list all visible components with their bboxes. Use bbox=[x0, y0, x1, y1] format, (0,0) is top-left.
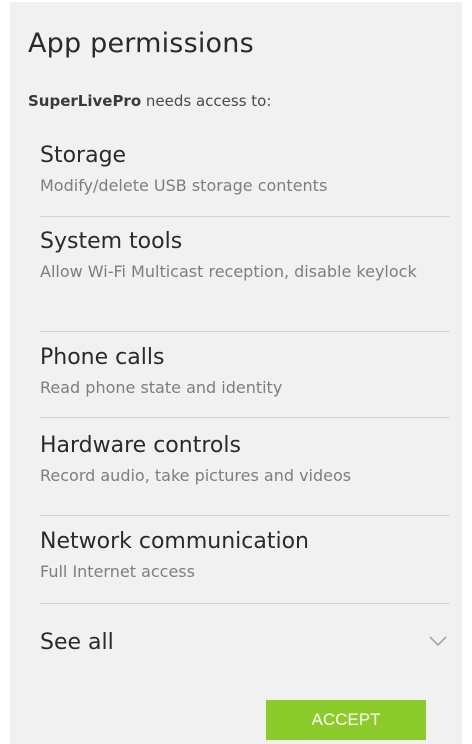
divider bbox=[40, 331, 450, 332]
accept-button[interactable]: ACCEPT bbox=[266, 700, 426, 740]
permission-description: Full Internet access bbox=[40, 562, 195, 581]
permission-item-network-communication[interactable]: Network communication Full Internet acce… bbox=[40, 528, 450, 584]
permission-description: Allow Wi-Fi Multicast reception, disable… bbox=[40, 262, 417, 281]
permission-item-hardware-controls[interactable]: Hardware controls Record audio, take pic… bbox=[40, 432, 450, 488]
see-all-row[interactable]: See all bbox=[40, 624, 450, 664]
divider bbox=[40, 216, 450, 217]
divider bbox=[40, 515, 450, 516]
chevron-down-icon bbox=[429, 636, 447, 647]
permission-title: Network communication bbox=[40, 529, 309, 554]
permission-title: Phone calls bbox=[40, 345, 165, 370]
intro-text: SuperLivePro needs access to: bbox=[28, 92, 271, 110]
permission-title: Storage bbox=[40, 143, 127, 168]
divider bbox=[40, 417, 450, 418]
see-all-label: See all bbox=[40, 630, 114, 655]
permission-item-storage[interactable]: Storage Modify/delete USB storage conten… bbox=[40, 142, 450, 198]
permission-item-system-tools[interactable]: System tools Allow Wi-Fi Multicast recep… bbox=[40, 228, 450, 284]
permission-title: System tools bbox=[40, 229, 183, 254]
permission-title: Hardware controls bbox=[40, 433, 241, 458]
permission-description: Record audio, take pictures and videos bbox=[40, 466, 352, 485]
permission-item-phone-calls[interactable]: Phone calls Read phone state and identit… bbox=[40, 344, 450, 400]
permission-description: Read phone state and identity bbox=[40, 378, 283, 397]
screen: App permissions SuperLivePro needs acces… bbox=[0, 0, 472, 744]
permission-description: Modify/delete USB storage contents bbox=[40, 176, 328, 195]
app-name: SuperLivePro bbox=[28, 92, 142, 110]
dialog-title: App permissions bbox=[28, 28, 254, 59]
permissions-dialog: App permissions SuperLivePro needs acces… bbox=[10, 2, 462, 744]
intro-suffix: needs access to: bbox=[141, 92, 272, 110]
divider bbox=[40, 603, 450, 604]
